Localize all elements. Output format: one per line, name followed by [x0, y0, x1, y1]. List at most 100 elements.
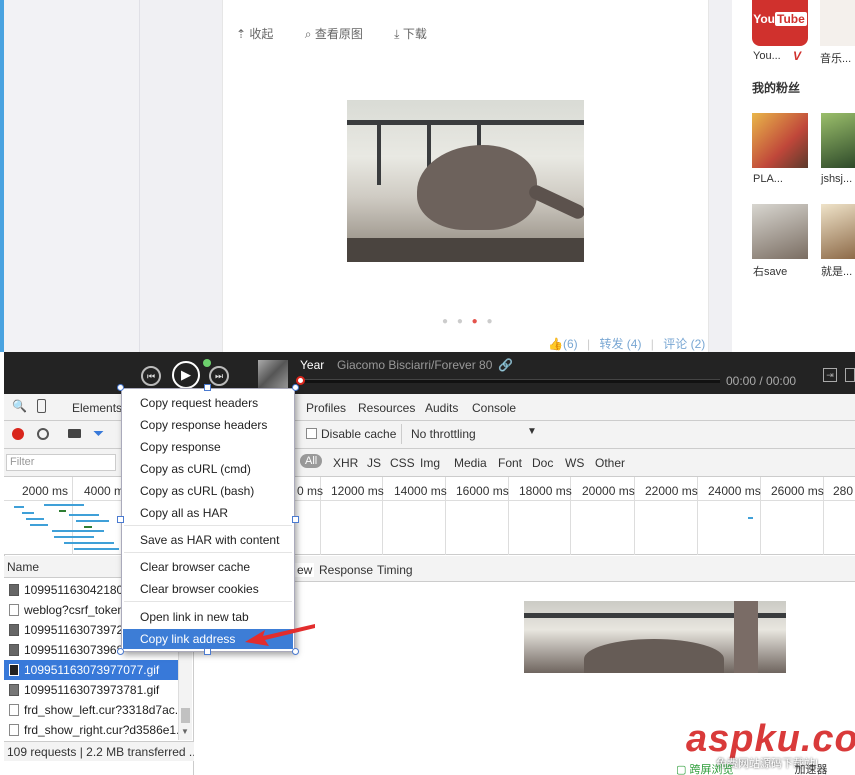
capture-screenshots-icon[interactable] [68, 429, 81, 438]
request-row[interactable]: 109951163073973781.gif [4, 680, 178, 700]
timeline-tick: 12000 ms [331, 484, 384, 498]
fan-avatar[interactable] [752, 204, 808, 259]
song-artist: Giacomo Bisciarri/Forever 80 [337, 358, 493, 372]
app-label-music[interactable]: 音乐... [820, 50, 851, 66]
filter-icon[interactable]: ⏷ [93, 425, 104, 442]
resize-handle[interactable] [117, 384, 124, 391]
app-label-youtube[interactable]: You... [753, 50, 781, 62]
progress-bar[interactable] [300, 379, 720, 383]
previous-track-icon[interactable]: ⏮ [141, 366, 161, 386]
disable-cache-checkbox[interactable] [306, 428, 317, 439]
scroll-down-icon[interactable]: ▼ [181, 727, 189, 736]
resize-handle[interactable] [204, 648, 211, 655]
fan-name[interactable]: PLA... [753, 173, 783, 185]
chevron-down-icon[interactable]: ▼ [527, 426, 537, 437]
tab-console[interactable]: Console [472, 401, 516, 415]
timeline-tick: 26000 ms [771, 484, 824, 498]
filter-media[interactable]: Media [454, 456, 487, 470]
resize-handle[interactable] [292, 516, 299, 523]
tab-response[interactable]: Response [319, 563, 373, 577]
filter-css[interactable]: CSS [390, 456, 415, 470]
carousel-dots[interactable]: ● ● ● ● [442, 316, 496, 327]
timeline-tick: 24000 ms [708, 484, 761, 498]
fan-name[interactable]: jshsj... [821, 173, 852, 185]
request-row-selected[interactable]: 109951163073977077.gif [4, 660, 178, 680]
clear-icon[interactable] [37, 428, 49, 440]
tab-audits[interactable]: Audits [425, 401, 458, 415]
album-cover[interactable] [258, 360, 288, 388]
menu-save-as-har[interactable]: Save as HAR with content [140, 533, 279, 547]
play-icon[interactable]: ▶ [172, 361, 200, 389]
view-original-button[interactable]: ⌕ 查看原图 [305, 27, 377, 41]
collapse-button[interactable]: ⇡ 收起 [236, 27, 287, 41]
inspect-search-icon[interactable]: 🔍 [12, 399, 27, 413]
tab-timing[interactable]: Timing [377, 563, 413, 577]
throttling-select[interactable]: No throttling [411, 427, 476, 441]
left-panel [0, 0, 140, 352]
timeline-tick: 280 [833, 484, 854, 498]
play-time: 00:00 / 00:00 [726, 374, 797, 388]
media-actions: ⇡ 收起 ⌕ 查看原图 ⤓ 下载 [236, 25, 455, 42]
filter-other[interactable]: Other [595, 456, 625, 470]
menu-open-link-new-tab[interactable]: Open link in new tab [140, 610, 249, 624]
fan-name[interactable]: 就是... [821, 263, 852, 279]
repost-button[interactable]: 转发 (4) [599, 337, 641, 351]
menu-copy-response-headers[interactable]: Copy response headers [140, 418, 267, 432]
multi-screen-label[interactable]: 跨屏浏览 [689, 764, 733, 775]
menu-clear-browser-cookies[interactable]: Clear browser cookies [140, 582, 259, 596]
tab-profiles[interactable]: Profiles [306, 401, 346, 415]
menu-clear-browser-cache[interactable]: Clear browser cache [140, 560, 250, 574]
fans-title: 我的粉丝 [752, 81, 801, 95]
menu-copy-all-as-har[interactable]: Copy all as HAR [140, 506, 228, 520]
status-dot [203, 359, 211, 367]
fan-avatar[interactable] [752, 113, 808, 168]
name-column-header[interactable]: Name [7, 560, 39, 574]
filter-img[interactable]: Img [420, 456, 440, 470]
bottom-status-bar: ▢ 跨屏浏览 加速器 [676, 761, 855, 775]
gif-preview-image [524, 601, 786, 673]
tab-preview[interactable]: ew [295, 563, 315, 577]
record-icon[interactable] [12, 428, 24, 440]
resize-handle[interactable] [204, 384, 211, 391]
lyrics-icon[interactable] [845, 368, 855, 382]
timeline-tick: 18000 ms [519, 484, 572, 498]
resize-handle[interactable] [292, 384, 299, 391]
scrollbar-thumb[interactable] [181, 708, 190, 723]
resize-handle[interactable] [117, 648, 124, 655]
filter-ws[interactable]: WS [565, 456, 584, 470]
left-accent [0, 0, 4, 352]
filter-xhr[interactable]: XHR [333, 456, 358, 470]
filter-input[interactable]: Filter [6, 454, 116, 471]
filter-all[interactable]: All [300, 454, 323, 468]
request-row[interactable]: frd_show_right.cur?d3586e1... [4, 720, 178, 740]
fan-avatar[interactable] [821, 204, 855, 259]
device-mode-icon[interactable] [37, 399, 46, 413]
tab-elements[interactable]: Elements [72, 401, 122, 415]
timeline-tick: 16000 ms [456, 484, 509, 498]
tab-resources[interactable]: Resources [358, 401, 415, 415]
cat-gif-image[interactable] [347, 100, 584, 262]
like-button[interactable]: 👍(6) [548, 337, 578, 351]
link-icon[interactable]: 🔗 [498, 358, 513, 372]
request-summary: 109 requests | 2.2 MB transferred ... [4, 741, 194, 761]
timeline-waterfall [14, 504, 119, 550]
menu-copy-response[interactable]: Copy response [140, 440, 221, 454]
filter-font[interactable]: Font [498, 456, 522, 470]
filter-doc[interactable]: Doc [532, 456, 553, 470]
fan-avatar[interactable] [821, 113, 855, 168]
download-button[interactable]: ⤓ 下载 [394, 27, 441, 41]
accelerator-label[interactable]: 加速器 [795, 764, 828, 775]
music-app-icon[interactable] [820, 0, 855, 46]
menu-copy-as-curl-cmd[interactable]: Copy as cURL (cmd) [140, 462, 251, 476]
request-row[interactable]: frd_show_left.cur?3318d7ac... [4, 700, 178, 720]
youtube-app-icon[interactable]: You Tube [752, 0, 808, 46]
filter-js[interactable]: JS [367, 456, 381, 470]
fan-name[interactable]: 右save [753, 263, 787, 279]
next-track-icon[interactable]: ⏭ [209, 366, 229, 386]
comment-button[interactable]: 评论 (2) [663, 337, 705, 351]
menu-copy-as-curl-bash[interactable]: Copy as cURL (bash) [140, 484, 254, 498]
resize-handle[interactable] [117, 516, 124, 523]
menu-copy-request-headers[interactable]: Copy request headers [140, 396, 258, 410]
playlist-icon[interactable]: ⇥ [823, 368, 837, 382]
multi-screen-icon[interactable]: ▢ [676, 764, 686, 775]
